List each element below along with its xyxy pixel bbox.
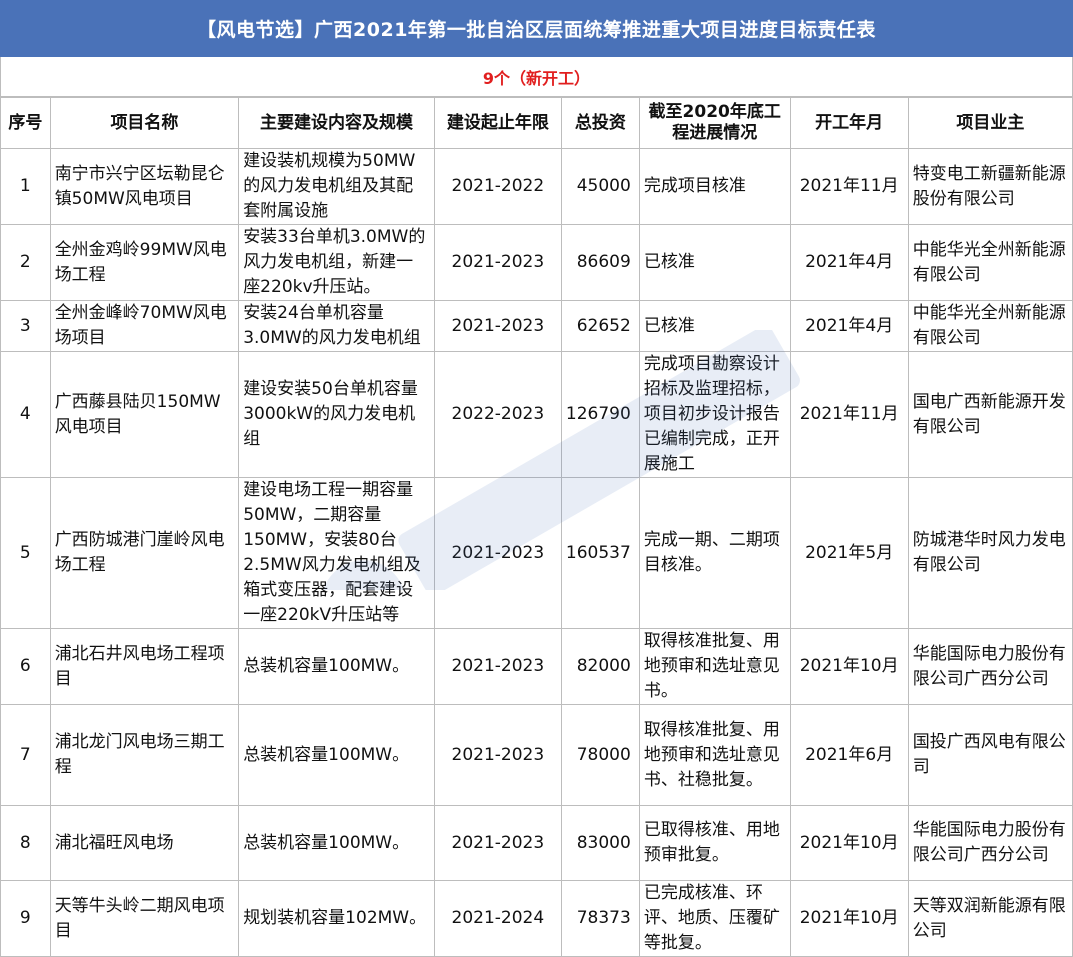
cell-years: 2021-2024	[433, 880, 562, 957]
cell-investment: 126790	[560, 351, 640, 478]
cell-content: 建设电场工程一期容量50MW，二期容量150MW，安装80台2.5MW风力发电机…	[238, 477, 435, 629]
cell-progress: 已核准	[638, 224, 791, 301]
table-row: 2 全州金鸡岭99MW风电场工程 安装33台单机3.0MW的风力发电机组，新建一座2…	[0, 224, 1073, 301]
cell-progress: 完成一期、二期项目核准。	[638, 477, 791, 629]
cell-years: 2021-2022	[433, 148, 562, 225]
col-header-investment: 总投资	[560, 97, 640, 149]
cell-project-name: 广西防城港门崖岭风电场工程	[49, 477, 240, 629]
cell-start: 2021年4月	[789, 300, 909, 352]
table-row: 7 浦北龙门风电场三期工程 总装机容量100MW。 2021-2023 78000 取得核…	[0, 704, 1073, 806]
cell-years: 2021-2023	[433, 477, 562, 629]
col-header-start: 开工年月	[789, 97, 909, 149]
cell-start: 2021年6月	[789, 704, 909, 806]
cell-start: 2021年11月	[789, 351, 909, 478]
cell-progress: 已取得核准、用地预审批复。	[638, 805, 791, 881]
cell-owner: 天等双润新能源有限公司	[907, 880, 1073, 957]
cell-content: 安装33台单机3.0MW的风力发电机组，新建一座220kv升压站。	[238, 224, 435, 301]
cell-no: 7	[0, 704, 51, 806]
cell-content: 总装机容量100MW。	[238, 628, 435, 705]
cell-progress: 完成项目核准	[638, 148, 791, 225]
cell-start: 2021年10月	[789, 805, 909, 881]
cell-progress: 已核准	[638, 300, 791, 352]
cell-start: 2021年11月	[789, 148, 909, 225]
cell-years: 2021-2023	[433, 704, 562, 806]
table-row: 1 南宁市兴宁区坛勒昆仑镇50MW风电项目 建设装机规模为50MW的风力发电机组及其…	[0, 148, 1073, 225]
cell-progress: 已完成核准、环评、地质、压覆矿等批复。	[638, 880, 791, 957]
cell-investment: 86609	[560, 224, 640, 301]
cell-project-name: 浦北福旺风电场	[49, 805, 240, 881]
cell-investment: 78000	[560, 704, 640, 806]
cell-project-name: 广西藤县陆贝150MW风电项目	[49, 351, 240, 478]
col-header-no: 序号	[0, 97, 51, 149]
cell-project-name: 全州金峰岭70MW风电场项目	[49, 300, 240, 352]
cell-no: 5	[0, 477, 51, 629]
cell-project-name: 浦北石井风电场工程项目	[49, 628, 240, 705]
col-header-content: 主要建设内容及规模	[238, 97, 435, 149]
cell-owner: 特变电工新疆新能源股份有限公司	[907, 148, 1073, 225]
cell-owner: 国投广西风电有限公司	[907, 704, 1073, 806]
col-header-years: 建设起止年限	[433, 97, 562, 149]
table-row: 6 浦北石井风电场工程项目 总装机容量100MW。 2021-2023 82000 取得核…	[0, 628, 1073, 705]
cell-owner: 中能华光全州新能源有限公司	[907, 224, 1073, 301]
cell-project-name: 全州金鸡岭99MW风电场工程	[49, 224, 240, 301]
cell-content: 建设安装50台单机容量3000kW的风力发电机组	[238, 351, 435, 478]
table-row: 8 浦北福旺风电场 总装机容量100MW。 2021-2023 83000 已取得核准、用…	[0, 805, 1073, 881]
cell-content: 规划装机容量102MW。	[238, 880, 435, 957]
page-title: 【风电节选】广西2021年第一批自治区层面统筹推进重大项目进度目标责任表	[0, 0, 1073, 57]
cell-project-name: 南宁市兴宁区坛勒昆仑镇50MW风电项目	[49, 148, 240, 225]
cell-project-name: 浦北龙门风电场三期工程	[49, 704, 240, 806]
cell-investment: 78373	[560, 880, 640, 957]
cell-content: 安装24台单机容量3.0MW的风力发电机组	[238, 300, 435, 352]
cell-no: 6	[0, 628, 51, 705]
cell-no: 9	[0, 880, 51, 957]
cell-progress: 取得核准批复、用地预审和选址意见书、社稳批复。	[638, 704, 791, 806]
table-row: 9 天等牛头岭二期风电项目 规划装机容量102MW。 2021-2024 78373 已完…	[0, 880, 1073, 957]
cell-start: 2021年4月	[789, 224, 909, 301]
col-header-owner: 项目业主	[907, 97, 1073, 149]
cell-no: 8	[0, 805, 51, 881]
cell-content: 建设装机规模为50MW的风力发电机组及其配套附属设施	[238, 148, 435, 225]
cell-years: 2021-2023	[433, 628, 562, 705]
cell-no: 2	[0, 224, 51, 301]
cell-investment: 82000	[560, 628, 640, 705]
col-header-progress: 截至2020年底工程进展情况	[638, 97, 791, 149]
cell-no: 3	[0, 300, 51, 352]
cell-years: 2021-2023	[433, 224, 562, 301]
cell-start: 2021年5月	[789, 477, 909, 629]
project-table: 序号 项目名称 主要建设内容及规模 建设起止年限 总投资 截至2020年底工程进…	[0, 97, 1073, 957]
section-subtitle: 9个（新开工）	[0, 57, 1073, 97]
table-row: 3 全州金峰岭70MW风电场项目 安装24台单机容量3.0MW的风力发电机组 2021…	[0, 300, 1073, 352]
cell-years: 2022-2023	[433, 351, 562, 478]
cell-owner: 华能国际电力股份有限公司广西分公司	[907, 628, 1073, 705]
cell-investment: 62652	[560, 300, 640, 352]
cell-progress: 取得核准批复、用地预审和选址意见书。	[638, 628, 791, 705]
cell-project-name: 天等牛头岭二期风电项目	[49, 880, 240, 957]
cell-years: 2021-2023	[433, 300, 562, 352]
table-row: 5 广西防城港门崖岭风电场工程 建设电场工程一期容量50MW，二期容量150MW，安…	[0, 477, 1073, 629]
cell-owner: 防城港华时风力发电有限公司	[907, 477, 1073, 629]
table-row: 4 广西藤县陆贝150MW风电项目 建设安装50台单机容量3000kW的风力发电机组…	[0, 351, 1073, 478]
cell-start: 2021年10月	[789, 628, 909, 705]
cell-progress: 完成项目勘察设计招标及监理招标，项目初步设计报告已编制完成，正开展施工	[638, 351, 791, 478]
cell-no: 4	[0, 351, 51, 478]
cell-years: 2021-2023	[433, 805, 562, 881]
cell-content: 总装机容量100MW。	[238, 704, 435, 806]
col-header-name: 项目名称	[49, 97, 240, 149]
cell-owner: 国电广西新能源开发有限公司	[907, 351, 1073, 478]
cell-investment: 83000	[560, 805, 640, 881]
cell-content: 总装机容量100MW。	[238, 805, 435, 881]
cell-owner: 华能国际电力股份有限公司广西分公司	[907, 805, 1073, 881]
cell-investment: 160537	[560, 477, 640, 629]
cell-owner: 中能华光全州新能源有限公司	[907, 300, 1073, 352]
cell-no: 1	[0, 148, 51, 225]
cell-start: 2021年10月	[789, 880, 909, 957]
table-header-row: 序号 项目名称 主要建设内容及规模 建设起止年限 总投资 截至2020年底工程进…	[0, 97, 1073, 149]
cell-investment: 45000	[560, 148, 640, 225]
